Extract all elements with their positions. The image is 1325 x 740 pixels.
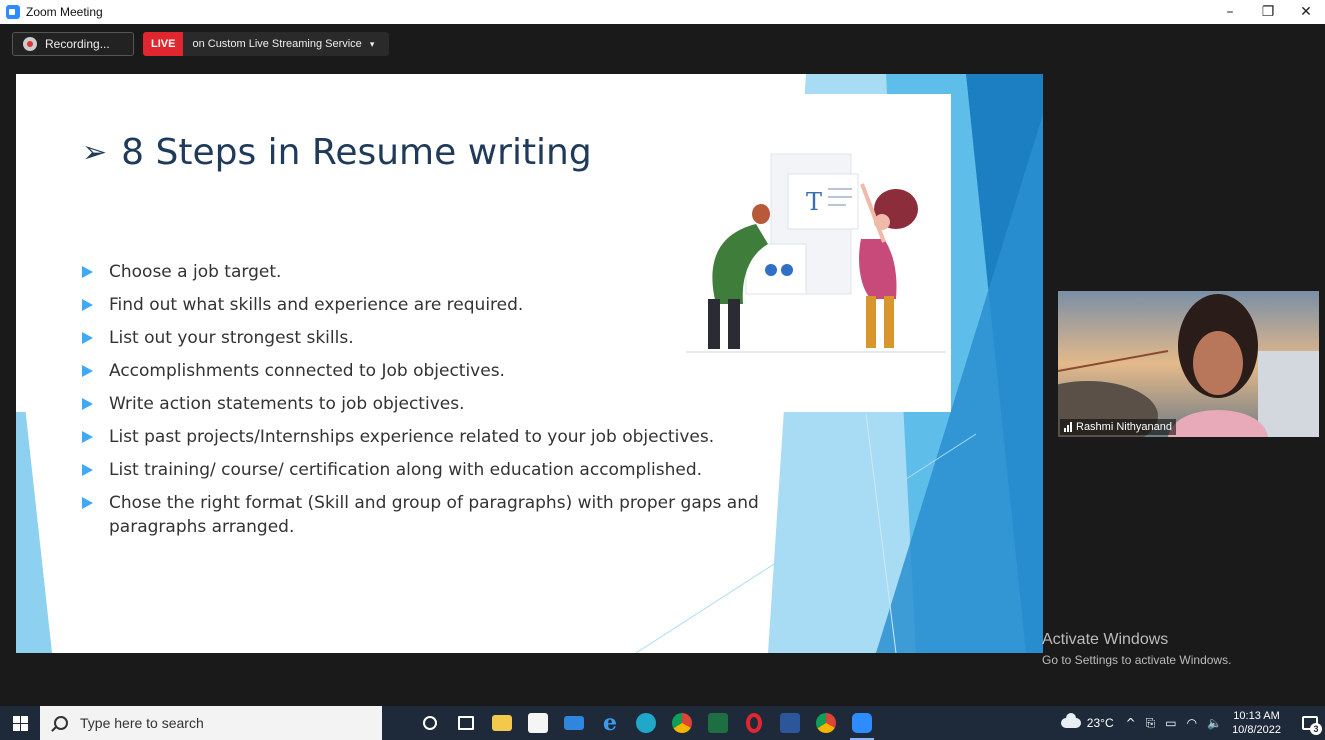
- weather-widget[interactable]: 23°C: [1060, 713, 1114, 730]
- bullet-triangle-icon: [82, 431, 93, 443]
- list-item: Chose the right format (Skill and group …: [82, 491, 802, 539]
- cortana-icon[interactable]: [412, 706, 448, 740]
- clock-date: 10/8/2022: [1232, 724, 1281, 736]
- recording-indicator[interactable]: Recording...: [12, 32, 134, 56]
- bullet-text: Accomplishments connected to Job objecti…: [109, 361, 505, 381]
- bullet-text: List out your strongest skills.: [109, 328, 354, 348]
- close-button[interactable]: ✕: [1287, 0, 1325, 24]
- list-item: Write action statements to job objective…: [82, 392, 802, 416]
- meeting-area: Recording... LIVE on Custom Live Streami…: [0, 24, 1325, 700]
- live-badge: LIVE: [143, 32, 184, 56]
- bullet-text: Choose a job target.: [109, 262, 282, 282]
- list-item: Accomplishments connected to Job objecti…: [82, 359, 802, 383]
- battery-icon[interactable]: ▭: [1165, 716, 1176, 730]
- participant-video-feed: [1058, 291, 1319, 437]
- bullet-text: List past projects/Internships experienc…: [109, 427, 715, 447]
- slide-bullet-list: Choose a job target. Find out what skill…: [82, 260, 802, 548]
- window-controls: – ❐ ✕: [1211, 0, 1325, 24]
- slide-title-text: 8 Steps in Resume writing: [121, 132, 592, 173]
- search-input[interactable]: [80, 715, 330, 731]
- excel-icon[interactable]: [700, 706, 736, 740]
- taskbar-search[interactable]: [40, 706, 382, 740]
- weather-temperature: 23°C: [1086, 716, 1114, 730]
- bullet-text: Find out what skills and experience are …: [109, 295, 524, 315]
- record-icon: [23, 37, 37, 51]
- participant-name: Rashmi Nithyanand: [1076, 421, 1172, 433]
- store-icon[interactable]: [520, 706, 556, 740]
- signal-strength-icon: [1064, 422, 1073, 432]
- file-explorer-icon[interactable]: [484, 706, 520, 740]
- live-stream-service-label: on Custom Live Streaming Service: [192, 38, 362, 50]
- mail-icon[interactable]: [556, 706, 592, 740]
- watermark-line-2: Go to Settings to activate Windows.: [1042, 653, 1232, 667]
- opera-icon[interactable]: [736, 706, 772, 740]
- edge-icon[interactable]: [628, 706, 664, 740]
- participant-video-tile[interactable]: Rashmi Nithyanand: [1058, 291, 1319, 437]
- list-item: Choose a job target.: [82, 260, 802, 284]
- meet-now-icon[interactable]: ⎘: [1146, 716, 1156, 731]
- show-hidden-icons-chevron-icon[interactable]: ^: [1126, 716, 1136, 730]
- list-item: List out your strongest skills.: [82, 326, 802, 350]
- illustration-letter: T: [806, 188, 822, 216]
- volume-icon[interactable]: 🔈: [1207, 716, 1222, 730]
- word-icon[interactable]: [772, 706, 808, 740]
- list-item: List past projects/Internships experienc…: [82, 425, 802, 449]
- search-icon: [54, 716, 68, 730]
- bullet-text: List training/ course/ certification alo…: [109, 460, 703, 480]
- recording-label: Recording...: [45, 37, 110, 51]
- bullet-text: Chose the right format (Skill and group …: [109, 493, 759, 537]
- bullet-triangle-icon: [82, 266, 93, 278]
- window-title: Zoom Meeting: [26, 5, 103, 19]
- clock-time: 10:13 AM: [1233, 710, 1280, 722]
- bullet-triangle-icon: [82, 365, 93, 377]
- wifi-icon[interactable]: ◠: [1187, 716, 1197, 730]
- bullet-triangle-icon: [82, 398, 93, 410]
- zoom-taskbar-icon[interactable]: [844, 706, 880, 740]
- chevron-down-icon[interactable]: ▾: [370, 39, 375, 50]
- activate-windows-watermark: Activate Windows Go to Settings to activ…: [1042, 631, 1231, 667]
- chrome-profile-icon[interactable]: [808, 706, 844, 740]
- system-tray: 23°C ^ ⎘ ▭ ◠ 🔈 10:13 AM 10/8/2022 3: [1060, 706, 1325, 740]
- minimize-button[interactable]: –: [1211, 0, 1249, 24]
- bullet-text: Write action statements to job objective…: [109, 394, 465, 414]
- bullet-triangle-icon: [82, 332, 93, 344]
- title-arrow-icon: ➢: [82, 135, 108, 170]
- windows-logo-icon: [12, 715, 28, 731]
- restore-button[interactable]: ❐: [1249, 0, 1287, 24]
- start-button[interactable]: [0, 706, 40, 740]
- internet-explorer-icon[interactable]: e: [592, 706, 628, 740]
- bullet-triangle-icon: [82, 464, 93, 476]
- list-item: Find out what skills and experience are …: [82, 293, 802, 317]
- slide-title: ➢ 8 Steps in Resume writing: [82, 132, 592, 173]
- shared-slide: T ➢ 8 Steps in Resume writing Choose a j…: [16, 74, 1043, 653]
- live-stream-indicator[interactable]: LIVE on Custom Live Streaming Service ▾: [143, 32, 389, 56]
- windows-taskbar: e 23°C ^ ⎘ ▭ ◠ 🔈 10:13 AM 10/8/2022 3: [0, 706, 1325, 740]
- participant-name-label: Rashmi Nithyanand: [1060, 419, 1176, 435]
- notification-count: 3: [1310, 723, 1322, 735]
- window-title-bar: Zoom Meeting – ❐ ✕: [0, 0, 1325, 24]
- bullet-triangle-icon: [82, 299, 93, 311]
- notification-center-button[interactable]: 3: [1295, 706, 1325, 740]
- list-item: List training/ course/ certification alo…: [82, 458, 802, 482]
- zoom-app-icon: [6, 5, 20, 19]
- bullet-triangle-icon: [82, 497, 93, 509]
- taskbar-apps: e: [412, 706, 880, 740]
- watermark-line-1: Activate Windows: [1042, 631, 1169, 648]
- task-view-icon[interactable]: [448, 706, 484, 740]
- cloud-icon: [1060, 713, 1081, 728]
- system-clock[interactable]: 10:13 AM 10/8/2022: [1232, 709, 1281, 737]
- chrome-icon[interactable]: [664, 706, 700, 740]
